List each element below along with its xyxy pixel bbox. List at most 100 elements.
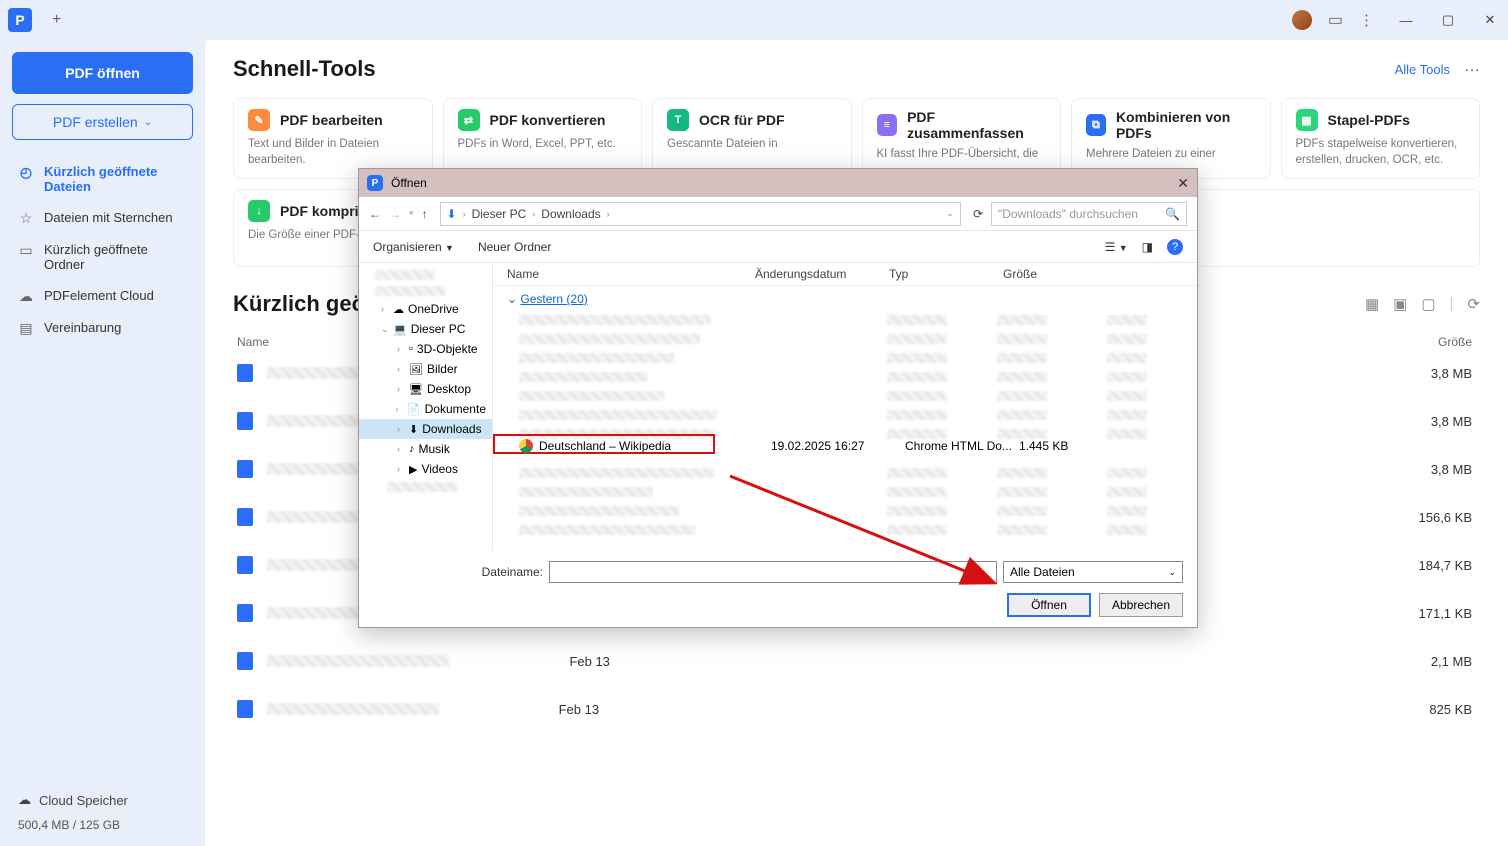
close-button[interactable]: ✕ <box>1480 10 1500 30</box>
breadcrumb-dropdown-icon[interactable]: ⌄ <box>946 208 954 219</box>
refresh-icon[interactable]: ⟳ <box>1467 295 1480 313</box>
tool-card[interactable]: ▦Stapel-PDFsPDFs stapelweise konvertiere… <box>1281 98 1481 179</box>
group-heading[interactable]: ⌄ Gestern (20) <box>503 286 1187 310</box>
file-row-selected[interactable]: Deutschland – Wikipedia 19.02.2025 16:27… <box>503 436 1187 455</box>
help-icon[interactable]: ? <box>1167 239 1183 255</box>
file-row-blurred[interactable] <box>503 386 1187 405</box>
filetype-select[interactable]: Alle Dateien ⌄ <box>1003 561 1183 583</box>
cloud-storage-row[interactable]: ☁ Cloud Speicher <box>18 792 187 808</box>
view-layout-icon[interactable]: ☰ ▼ <box>1105 240 1128 254</box>
user-avatar[interactable] <box>1292 10 1312 30</box>
col-type[interactable]: Typ <box>889 267 1003 281</box>
more-tools-icon[interactable]: … <box>1464 58 1480 80</box>
organize-button[interactable]: Organisieren ▼ <box>373 240 454 254</box>
view-grid-icon[interactable]: ▣ <box>1393 295 1407 313</box>
tree-item[interactable]: ›🖼 Bilder <box>359 359 492 379</box>
tool-card[interactable]: ⧉Kombinieren von PDFsMehrere Dateien zu … <box>1071 98 1271 179</box>
recent-file-row[interactable]: Feb 132,1 MB <box>233 637 1480 685</box>
tool-card[interactable]: ≡PDF zusammenfassenKI fasst Ihre PDF-Übe… <box>862 98 1062 179</box>
tree-item[interactable]: ›📄 Dokumente <box>359 399 492 419</box>
minimize-button[interactable]: — <box>1396 10 1416 30</box>
tree-item[interactable]: ›♪ Musik <box>359 439 492 459</box>
nav-label: PDFelement Cloud <box>44 288 154 303</box>
filename-input[interactable] <box>549 561 997 583</box>
maximize-button[interactable]: ▢ <box>1438 10 1458 30</box>
filename-label: Dateiname: <box>482 565 543 579</box>
tree-item[interactable]: ⌄💻 Dieser PC <box>359 319 492 339</box>
view-sep-icon: | <box>1450 295 1454 313</box>
nav-item-recent-files[interactable]: ◴ Kürzlich geöffnete Dateien <box>12 156 193 202</box>
folder-icon: ⬇ <box>409 423 418 436</box>
dialog-cancel-button[interactable]: Abbrechen <box>1099 593 1183 617</box>
tree-item[interactable]: ›☁ OneDrive <box>359 299 492 319</box>
folder-tree[interactable]: ›☁ OneDrive⌄💻 Dieser PC›▫ 3D-Objekte›🖼 B… <box>359 263 493 551</box>
col-size[interactable]: Größe <box>1003 267 1089 281</box>
new-folder-button[interactable]: Neuer Ordner <box>478 240 551 254</box>
tool-description: PDFs in Word, Excel, PPT, etc. <box>458 137 628 153</box>
tool-icon: ⇄ <box>458 109 480 131</box>
file-row-blurred[interactable] <box>503 482 1187 501</box>
nav-item-cloud[interactable]: ☁ PDFelement Cloud <box>12 280 193 312</box>
nav-forward-icon[interactable]: → <box>389 207 401 221</box>
all-tools-link[interactable]: Alle Tools <box>1395 62 1450 77</box>
nav-label: Kürzlich geöffnete Dateien <box>44 164 187 194</box>
tool-card[interactable]: ✎PDF bearbeitenText und Bilder in Dateie… <box>233 98 433 179</box>
tool-card[interactable]: TOCR für PDFGescannte Dateien in <box>652 98 852 179</box>
new-tab-button[interactable]: + <box>52 11 61 29</box>
file-row-blurred[interactable] <box>503 463 1187 482</box>
col-date[interactable]: Änderungsdatum <box>755 267 889 281</box>
file-size: 2,1 MB <box>1431 654 1476 669</box>
file-row-blurred[interactable] <box>503 348 1187 367</box>
tree-item[interactable]: ›🖥 Desktop <box>359 379 492 399</box>
tool-title: OCR für PDF <box>699 112 785 128</box>
tool-card[interactable]: ⇄PDF konvertierenPDFs in Word, Excel, PP… <box>443 98 643 179</box>
nav-item-recent-folders[interactable]: ▭ Kürzlich geöffnete Ordner <box>12 234 193 280</box>
file-date: 19.02.2025 16:27 <box>771 439 905 453</box>
chevron-down-icon: ⌄ <box>1168 567 1176 578</box>
nav-up-icon[interactable]: ↑ <box>422 207 428 221</box>
menu-dots-icon[interactable]: ⋮ <box>1359 11 1374 29</box>
tool-title: Stapel-PDFs <box>1328 112 1410 128</box>
dialog-title-text: Öffnen <box>391 176 427 190</box>
notification-icon[interactable]: ▭ <box>1328 10 1343 30</box>
nav-back-icon[interactable]: ← <box>369 207 381 221</box>
view-list-icon[interactable]: ▦ <box>1365 295 1379 313</box>
breadcrumb-bar[interactable]: ⬇ › Dieser PC › Downloads › ⌄ <box>440 202 961 226</box>
view-box-icon[interactable]: ▢ <box>1421 295 1435 313</box>
file-list[interactable]: Name Änderungsdatum Typ Größe ⌄ Gestern … <box>493 263 1197 551</box>
file-row-blurred[interactable] <box>503 310 1187 329</box>
col-name[interactable]: Name <box>507 267 755 281</box>
search-input[interactable]: "Downloads" durchsuchen 🔍 <box>991 202 1187 226</box>
nav-item-starred[interactable]: ☆ Dateien mit Sternchen <box>12 202 193 234</box>
file-size: 156,6 KB <box>1419 510 1477 525</box>
tree-label: Videos <box>421 462 457 476</box>
file-size: 3,8 MB <box>1431 366 1476 381</box>
file-row-blurred[interactable] <box>503 501 1187 520</box>
storage-usage: 500,4 MB / 125 GB <box>18 818 187 832</box>
breadcrumb-root[interactable]: Dieser PC <box>472 207 527 221</box>
nav-history-icon[interactable]: ▾ <box>409 208 414 219</box>
dialog-app-icon: P <box>367 175 383 191</box>
file-row-blurred[interactable] <box>503 520 1187 539</box>
recent-file-row[interactable]: Feb 13825 KB <box>233 685 1480 733</box>
dialog-titlebar: P Öffnen ✕ <box>359 169 1197 197</box>
file-row-blurred[interactable] <box>503 367 1187 386</box>
downloads-folder-icon: ⬇ <box>447 207 457 221</box>
file-row-blurred[interactable] <box>503 405 1187 424</box>
tree-item[interactable]: ›▶ Videos <box>359 459 492 479</box>
tree-item[interactable]: ›⬇ Downloads <box>359 419 492 439</box>
sidebar: PDF öffnen PDF erstellen ⌄ ◴ Kürzlich ge… <box>0 40 205 846</box>
open-pdf-button[interactable]: PDF öffnen <box>12 52 193 94</box>
tool-description: Mehrere Dateien zu einer <box>1086 147 1256 163</box>
breadcrumb-current[interactable]: Downloads <box>541 207 600 221</box>
preview-pane-icon[interactable]: ◨ <box>1142 240 1153 254</box>
create-pdf-button[interactable]: PDF erstellen ⌄ <box>12 104 193 140</box>
tree-item[interactable]: ›▫ 3D-Objekte <box>359 339 492 359</box>
dialog-open-button[interactable]: Öffnen <box>1007 593 1091 617</box>
folder-icon: 🖥 <box>409 383 423 396</box>
refresh-icon[interactable]: ⟳ <box>973 207 983 221</box>
dialog-close-button[interactable]: ✕ <box>1177 175 1189 192</box>
nav-item-agreement[interactable]: ▤ Vereinbarung <box>12 312 193 344</box>
file-row-blurred[interactable] <box>503 329 1187 348</box>
app-logo-icon: P <box>8 8 32 32</box>
